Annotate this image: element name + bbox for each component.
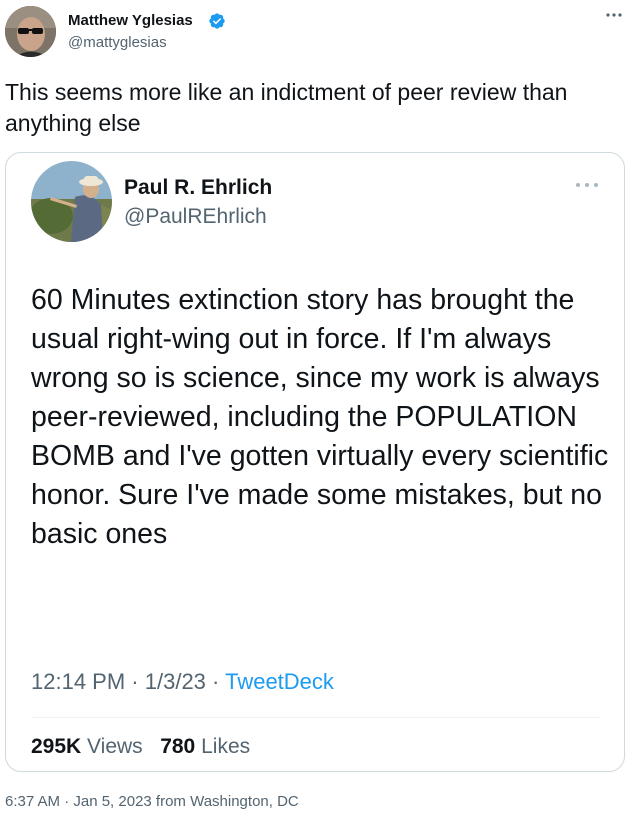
tweet-timestamp[interactable]: 6:37 AM · Jan 5, 2023 from Washington, D…: [5, 793, 299, 810]
quoted-author-avatar-image: [31, 161, 112, 242]
views-label: Views: [87, 735, 143, 758]
quoted-more-dots-icon[interactable]: [574, 180, 600, 190]
views-count: 295K: [31, 735, 82, 758]
likes-label[interactable]: Likes: [201, 735, 250, 758]
quoted-tweet-card[interactable]: Paul R. Ehrlich @PaulREhrlich 60 Minutes…: [5, 152, 625, 772]
quoted-tweet-date: 1/3/23: [144, 669, 206, 694]
verified-badge-icon: [209, 13, 225, 29]
quoted-tweet-meta: 12:14 PM · 1/3/23 · TweetDeck: [31, 669, 334, 695]
author-name[interactable]: Matthew Yglesias: [68, 12, 193, 29]
quoted-tweet-source-link[interactable]: TweetDeck: [225, 669, 334, 694]
tweet-text: This seems more like an indictment of pe…: [5, 79, 568, 136]
quoted-author-avatar[interactable]: [31, 161, 112, 242]
likes-count[interactable]: 780: [160, 735, 195, 758]
author-avatar-image: [5, 6, 56, 57]
more-dots-icon[interactable]: [604, 7, 624, 23]
author-avatar[interactable]: [5, 6, 56, 57]
quoted-tweet-time: 12:14 PM: [31, 669, 126, 694]
stats-divider: [31, 717, 601, 718]
quoted-author-handle[interactable]: @PaulREhrlich: [124, 205, 267, 229]
quoted-tweet-text: 60 Minutes extinction story has brought …: [31, 284, 609, 550]
quoted-author-name[interactable]: Paul R. Ehrlich: [124, 176, 272, 200]
meta-separator: ·: [212, 669, 220, 694]
meta-separator: ·: [131, 669, 139, 694]
quoted-tweet-stats: 295K Views 780 Likes: [31, 735, 250, 759]
author-handle[interactable]: @mattyglesias: [68, 34, 167, 51]
tweet-header: Matthew Yglesias @mattyglesias: [0, 0, 630, 62]
